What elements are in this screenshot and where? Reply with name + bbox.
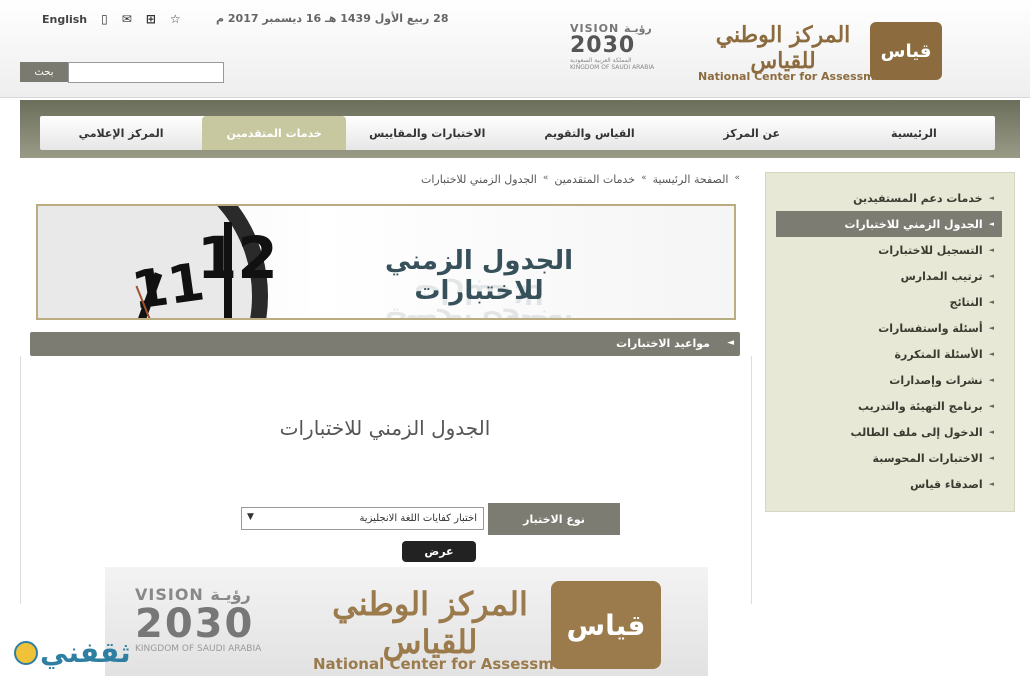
test-type-selected-value: اختبار كفايات اللغة الانجليزية [359, 513, 477, 524]
footer-org-english: National Center for Assessment [313, 655, 582, 673]
clock-image: 12 11 [38, 206, 278, 318]
sidebar: خدمات دعم المستفيدين الجدول الزمني للاخت… [765, 172, 1015, 512]
breadcrumb-separator: » [542, 173, 549, 183]
nav-item-tests[interactable]: الاختبارات والمقاييس [346, 116, 508, 150]
site-watermark: ثقفني [14, 636, 131, 669]
nav-item-measurement[interactable]: القياس والتقويم [508, 116, 670, 150]
breadcrumb-current: الجدول الزمني للاختبارات [420, 173, 537, 186]
footer-qiyas-mark-text: قياس [566, 608, 646, 642]
sitemap-icon[interactable]: ⊞ [146, 12, 156, 26]
clock-minute-hand [224, 222, 232, 318]
search-form: بحث [20, 62, 224, 83]
nca-logo[interactable]: المركز الوطني للقياس National Center for… [698, 20, 948, 84]
nav-item-home[interactable]: الرئيسية [833, 116, 995, 150]
footer-vision-logo: VISION رؤيـة 2030 KINGDOM OF SAUDI ARABI… [135, 585, 261, 654]
page-banner: 12 11 الجدول الزمني للاختبارات الجدول ال… [36, 204, 736, 320]
vision-2030-logo: VISION رؤيـة 2030 المملكة العربية السعود… [570, 22, 660, 71]
breadcrumb: » الصفحة الرئيسية » خدمات المتقدمين » ال… [390, 173, 740, 186]
page-title: الجدول الزمني للاختبارات [279, 416, 491, 440]
header: English ▯ ✉ ⊞ ☆ 28 ربيع الأول 1439 هـ 16… [0, 0, 1030, 98]
breadcrumb-home[interactable]: الصفحة الرئيسية [653, 173, 729, 186]
sidebar-item-results[interactable]: النتائج [766, 289, 1014, 315]
language-link[interactable]: English [42, 13, 87, 26]
banner-title-reflection: الجدول الزمني للاختبارات [385, 278, 573, 318]
show-button[interactable]: عرض [402, 541, 476, 562]
search-input[interactable] [68, 62, 224, 83]
utility-bar: English ▯ ✉ ⊞ ☆ [42, 12, 181, 26]
footer-vision-sub: KINGDOM OF SAUDI ARABIA [135, 644, 262, 654]
sidebar-item-qiyas-friends[interactable]: اصدقاء قياس [766, 471, 1014, 497]
sidebar-item-beneficiary-support[interactable]: خدمات دعم المستفيدين [766, 185, 1014, 211]
nav-item-applicant-services[interactable]: خدمات المتقدمين [202, 116, 347, 150]
vision-sub-ar: المملكة العربية السعودية [570, 57, 632, 64]
main-nav: الرئيسية عن المركز القياس والتقويم الاخت… [40, 116, 995, 150]
nav-item-about[interactable]: عن المركز [671, 116, 833, 150]
footer-org-arabic: المركز الوطني للقياس [332, 585, 528, 661]
section-title: مواعيد الاختبارات [616, 337, 710, 350]
sidebar-item-test-schedule[interactable]: الجدول الزمني للاختبارات [776, 211, 1002, 237]
sidebar-item-questions[interactable]: أسئلة واستفسارات [766, 315, 1014, 341]
footer-qiyas-mark-icon: قياس [551, 581, 661, 669]
qiyas-mark-icon: قياس [870, 22, 942, 80]
vision-sub-en: KINGDOM OF SAUDI ARABIA [570, 64, 655, 71]
current-date: 28 ربيع الأول 1439 هـ 16 ديسمبر 2017 م [216, 12, 449, 25]
breadcrumb-separator: » [641, 173, 647, 183]
footer-vision-year: 2030 [135, 601, 255, 647]
watermark-text: ثقفني [40, 636, 131, 669]
section-header: ◄ مواعيد الاختبارات [30, 332, 740, 356]
search-button[interactable]: بحث [20, 62, 68, 82]
test-type-label: نوع الاختبار [488, 503, 620, 535]
sidebar-item-training[interactable]: برنامج التهيئة والتدريب [766, 393, 1014, 419]
mobile-icon[interactable]: ▯ [101, 12, 108, 26]
test-type-select[interactable]: اختبار كفايات اللغة الانجليزية ▼ [241, 507, 484, 530]
sidebar-item-computer-tests[interactable]: الاختبارات المحوسبة [766, 445, 1014, 471]
sidebar-item-student-file[interactable]: الدخول إلى ملف الطالب [766, 419, 1014, 445]
star-icon[interactable]: ☆ [170, 12, 181, 26]
footer-logos: VISION رؤيـة 2030 KINGDOM OF SAUDI ARABI… [105, 567, 708, 676]
mail-icon[interactable]: ✉ [122, 12, 132, 26]
qiyas-mark-text: قياس [880, 40, 932, 62]
clock-numeral-12: 12 [197, 224, 278, 292]
nav-item-media-center[interactable]: المركز الإعلامي [40, 116, 202, 150]
chevron-left-icon: ◄ [727, 338, 734, 348]
sidebar-item-registration[interactable]: التسجيل للاختبارات [766, 237, 1014, 263]
nca-logo-english: National Center for Assessment [698, 70, 896, 83]
breadcrumb-separator: » [734, 173, 740, 183]
dropdown-arrow-icon[interactable]: ▼ [247, 512, 254, 522]
vision-year: 2030 [570, 33, 636, 58]
sidebar-item-publications[interactable]: نشرات وإصدارات [766, 367, 1014, 393]
sidebar-item-school-ranking[interactable]: ترتيب المدارس [766, 263, 1014, 289]
main-nav-container: الرئيسية عن المركز القياس والتقويم الاخت… [20, 100, 1020, 158]
nca-logo-arabic: المركز الوطني للقياس [715, 22, 851, 74]
lightbulb-icon [14, 640, 38, 665]
breadcrumb-services[interactable]: خدمات المتقدمين [554, 173, 635, 186]
sidebar-item-faq[interactable]: الأسئلة المتكررة [766, 341, 1014, 367]
